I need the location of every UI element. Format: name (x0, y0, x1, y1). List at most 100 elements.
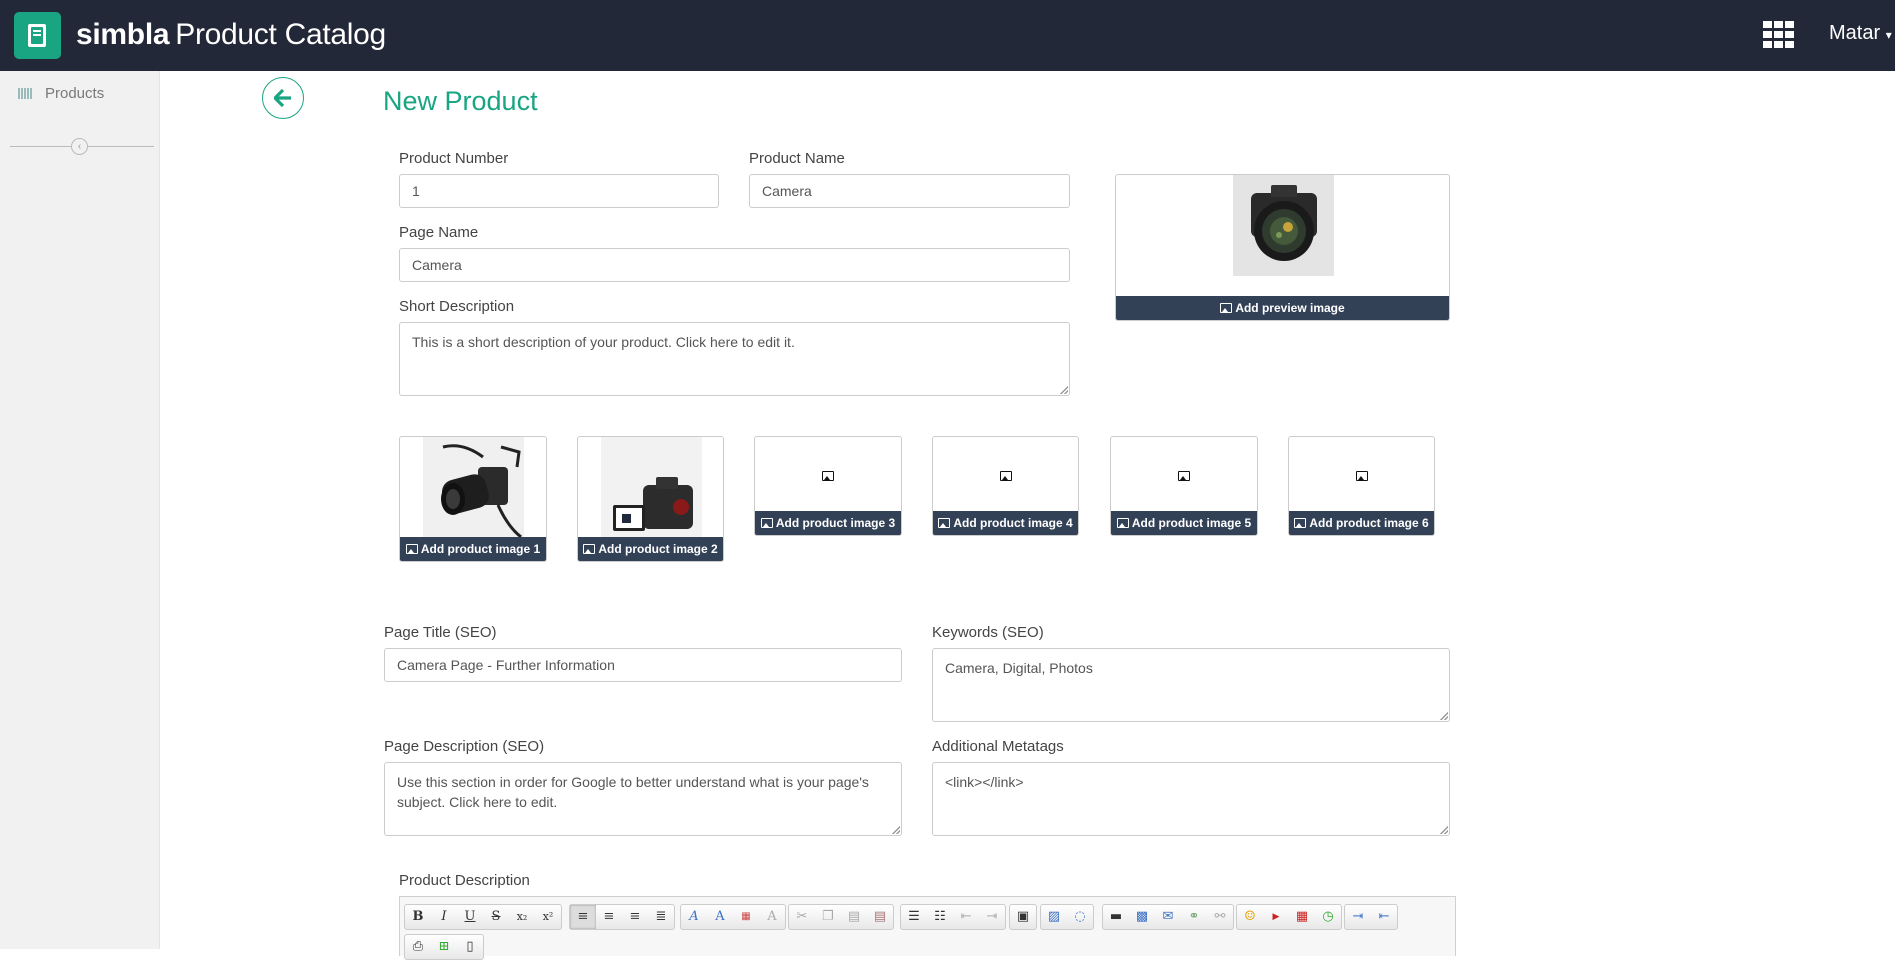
short-description-label: Short Description (399, 298, 515, 315)
rtl-icon[interactable]: ⇤ (1371, 905, 1397, 929)
additional-metatags-text: <link></link> (945, 774, 1024, 790)
short-description-textarea[interactable]: This is a short description of your prod… (399, 322, 1070, 396)
short-description-text: This is a short description of your prod… (412, 334, 795, 350)
preview-image (1233, 175, 1334, 276)
superscript-button[interactable]: x² (535, 905, 561, 929)
insert-table-icon[interactable]: ▣ (1010, 905, 1036, 929)
align-justify-icon[interactable]: ≣ (648, 905, 674, 929)
paste-text-icon[interactable]: ▤ (867, 905, 893, 929)
collapse-sidebar-icon[interactable]: ‹ (71, 138, 88, 155)
page-name-input[interactable]: Camera (399, 248, 1070, 282)
ltr-icon[interactable]: ⇥ (1345, 905, 1371, 929)
logo-icon[interactable] (14, 12, 61, 59)
resize-handle[interactable] (892, 826, 900, 834)
background-color-icon[interactable]: A (707, 905, 733, 929)
indent-icon[interactable]: ⇥ (979, 905, 1005, 929)
product-image-card-2[interactable]: Add product image 2 (577, 436, 724, 562)
image-icon (1294, 518, 1307, 528)
resize-handle[interactable] (1060, 386, 1068, 394)
add-product-image-2-button[interactable]: Add product image 2 (578, 537, 723, 561)
product-image-2 (601, 437, 702, 538)
datetime-icon[interactable]: ◷ (1315, 905, 1341, 929)
add-preview-image-button[interactable]: Add preview image (1116, 296, 1449, 320)
insert-image-icon[interactable]: ▩ (1129, 905, 1155, 929)
align-left-icon[interactable]: ≡ (570, 905, 596, 929)
additional-metatags-label: Additional Metatags (932, 738, 1064, 755)
product-name-input[interactable]: Camera (749, 174, 1070, 208)
color-palette-icon[interactable]: ▦ (733, 905, 759, 929)
direction-group: ⇥ ⇤ (1344, 904, 1398, 930)
font-color-icon[interactable]: A (681, 905, 707, 929)
image-icon (938, 518, 951, 528)
print-icon[interactable]: ⎙ (405, 935, 431, 959)
preview-image-card[interactable]: Add preview image (1115, 174, 1450, 321)
source-icon[interactable]: ▯ (457, 935, 483, 959)
align-right-icon[interactable]: ≡ (622, 905, 648, 929)
subscript-button[interactable]: x₂ (509, 905, 535, 929)
clear-format-icon[interactable]: A (759, 905, 785, 929)
brand-name: simbla (76, 18, 170, 51)
text-format-group: B I U S x₂ x² (404, 904, 562, 930)
add-product-image-5-label: Add product image 5 (1131, 516, 1252, 530)
insert-email-icon[interactable]: ✉ (1155, 905, 1181, 929)
emoticon-icon[interactable]: ☺ (1237, 905, 1263, 929)
outdent-icon[interactable]: ⇤ (953, 905, 979, 929)
strikethrough-button[interactable]: S (483, 905, 509, 929)
chevron-down-icon: ▾ (1885, 28, 1892, 42)
product-description-label: Product Description (399, 872, 530, 889)
flash-icon[interactable]: ▨ (1041, 905, 1067, 929)
bold-button[interactable]: B (405, 905, 431, 929)
page-description-seo-textarea[interactable]: Use this section in order for Google to … (384, 762, 902, 836)
image-icon (760, 518, 773, 528)
paste-icon[interactable]: ▤ (841, 905, 867, 929)
image-placeholder-icon (1355, 467, 1368, 485)
calendar-icon[interactable]: ▦ (1289, 905, 1315, 929)
clipboard-group: ✂ ❐ ▤ ▤ (788, 904, 894, 930)
numbered-list-icon[interactable]: ☷ (927, 905, 953, 929)
product-image-card-1[interactable]: Add product image 1 (399, 436, 547, 562)
resize-handle[interactable] (1440, 826, 1448, 834)
product-image-card-6[interactable]: Add product image 6 (1288, 436, 1435, 536)
cut-icon[interactable]: ✂ (789, 905, 815, 929)
product-name-label: Product Name (749, 150, 845, 167)
add-product-image-3-button[interactable]: Add product image 3 (755, 511, 901, 535)
copy-icon[interactable]: ❐ (815, 905, 841, 929)
keywords-seo-textarea[interactable]: Camera, Digital, Photos (932, 648, 1450, 722)
user-menu[interactable]: Matar ▾ (1829, 22, 1892, 45)
fullscreen-icon[interactable]: ⊞ (431, 935, 457, 959)
product-image-card-4[interactable]: Add product image 4 (932, 436, 1079, 536)
add-preview-image-label: Add preview image (1235, 301, 1345, 315)
app-title[interactable]: simbla Product Catalog (76, 18, 386, 52)
apps-grid-icon[interactable] (1763, 21, 1795, 49)
image-icon (583, 544, 596, 554)
user-name: Matar (1829, 22, 1881, 44)
link-group: ▬ ▩ ✉ ⚭ ⚯ (1102, 904, 1234, 930)
comment-icon[interactable]: ◌ (1067, 905, 1093, 929)
align-center-icon[interactable]: ≡ (596, 905, 622, 929)
horizontal-rule-icon[interactable]: ▬ (1103, 905, 1129, 929)
add-product-image-4-label: Add product image 4 (953, 516, 1073, 530)
product-image-card-5[interactable]: Add product image 5 (1110, 436, 1258, 536)
page-title-seo-input[interactable]: Camera Page - Further Information (384, 648, 902, 682)
product-number-input[interactable]: 1 (399, 174, 719, 208)
alignment-group: ≡ ≡ ≡ ≣ (569, 904, 675, 930)
additional-metatags-textarea[interactable]: <link></link> (932, 762, 1450, 836)
italic-button[interactable]: I (431, 905, 457, 929)
keywords-seo-label: Keywords (SEO) (932, 624, 1044, 641)
add-product-image-6-button[interactable]: Add product image 6 (1289, 511, 1434, 535)
insert-link-icon[interactable]: ⚭ (1181, 905, 1207, 929)
add-product-image-4-button[interactable]: Add product image 4 (933, 511, 1078, 535)
unlink-icon[interactable]: ⚯ (1207, 905, 1233, 929)
bullet-list-icon[interactable]: ☰ (901, 905, 927, 929)
back-button[interactable] (262, 77, 304, 119)
resize-handle[interactable] (1440, 712, 1448, 720)
add-product-image-5-button[interactable]: Add product image 5 (1111, 511, 1257, 535)
underline-button[interactable]: U (457, 905, 483, 929)
product-image-card-3[interactable]: Add product image 3 (754, 436, 902, 536)
image-placeholder-icon (1178, 467, 1190, 485)
block-group: ▣ (1009, 904, 1037, 930)
page-title-seo-label: Page Title (SEO) (384, 624, 497, 641)
youtube-icon[interactable]: ▶ (1263, 905, 1289, 929)
sidebar-item-products[interactable]: Products (18, 85, 104, 102)
add-product-image-1-button[interactable]: Add product image 1 (400, 537, 546, 561)
